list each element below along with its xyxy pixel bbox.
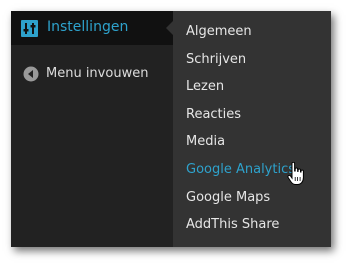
collapse-arrow-icon — [23, 66, 39, 82]
submenu-item-google-analytics[interactable]: Google Analytics — [186, 159, 326, 181]
settings-sliders-icon — [21, 20, 38, 37]
submenu-item-media[interactable]: Media — [186, 131, 326, 153]
submenu-item-addthis-share[interactable]: AddThis Share — [186, 214, 326, 236]
hand-pointer-icon — [287, 161, 305, 186]
submenu-item-algemeen[interactable]: Algemeen — [186, 21, 326, 43]
sidebar-item-label: Instellingen — [47, 19, 129, 35]
submenu-item-google-maps[interactable]: Google Maps — [186, 187, 326, 209]
submenu-item-lezen[interactable]: Lezen — [186, 76, 326, 98]
submenu-item-reacties[interactable]: Reacties — [186, 104, 326, 126]
admin-menu-frame: Instellingen Menu invouwen Algemeen Schr… — [11, 11, 331, 247]
sidebar-item-label: Menu invouwen — [46, 66, 149, 81]
admin-sidebar: Instellingen Menu invouwen — [11, 11, 173, 247]
submenu-item-schrijven[interactable]: Schrijven — [186, 49, 326, 71]
active-menu-pointer — [166, 21, 173, 35]
sidebar-item-instellingen[interactable]: Instellingen — [11, 11, 173, 45]
settings-submenu: Algemeen Schrijven Lezen Reacties Media … — [173, 11, 331, 247]
sidebar-item-menu-invouwen[interactable]: Menu invouwen — [11, 61, 173, 87]
